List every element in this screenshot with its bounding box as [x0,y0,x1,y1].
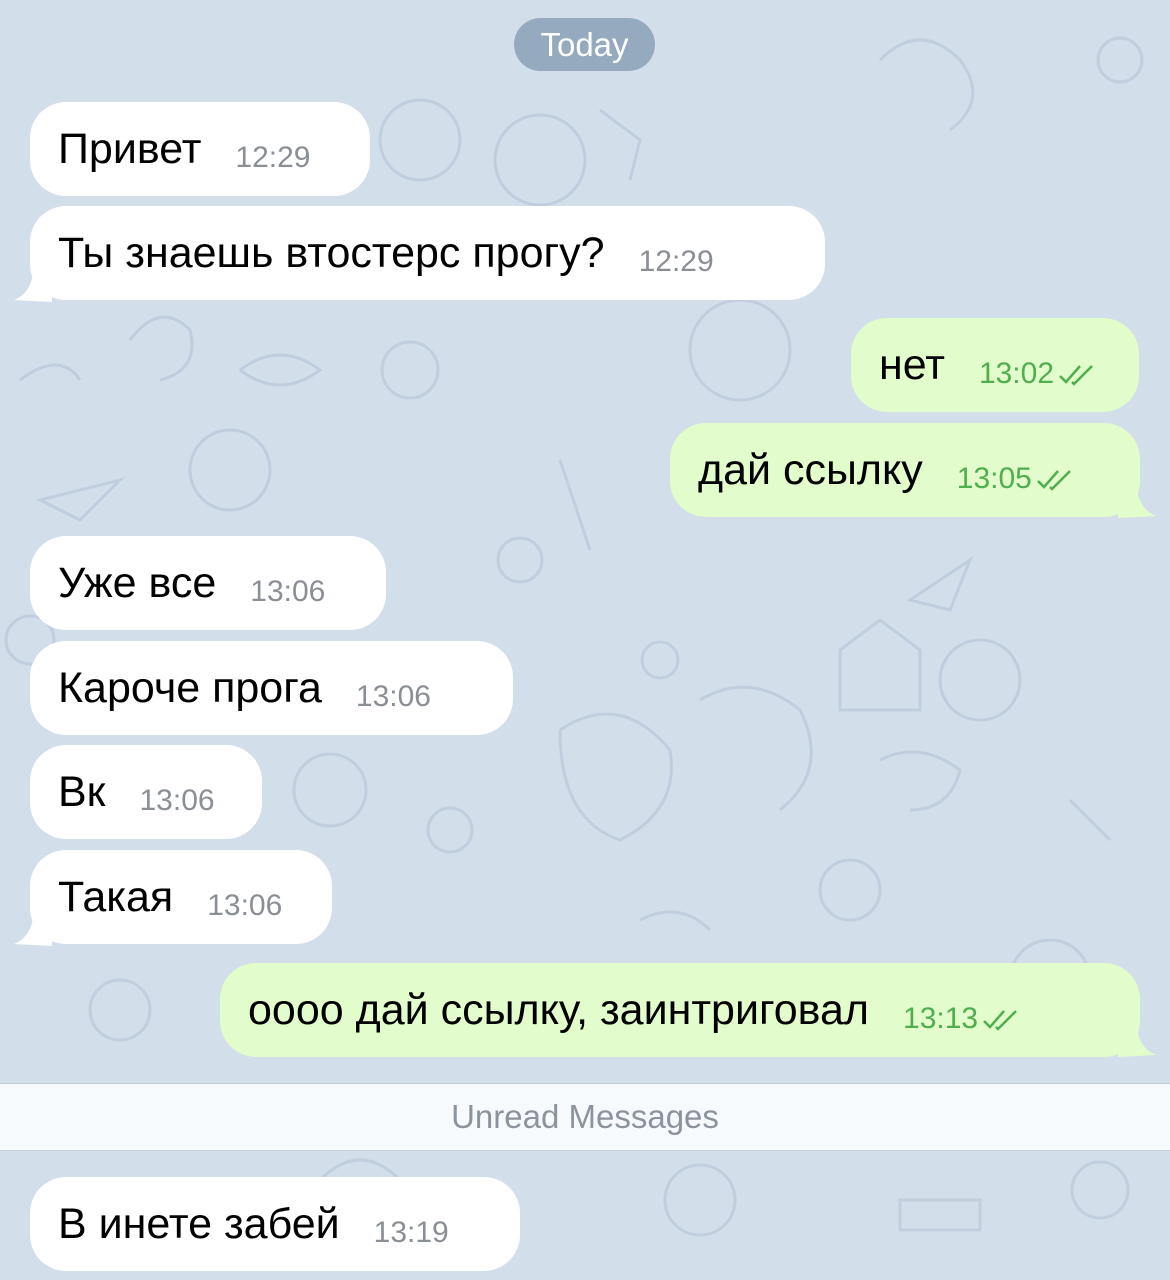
message-text: В инете забей [58,1199,340,1248]
read-checks-icon [983,1010,1017,1031]
message-bubble-incoming[interactable]: В инете забей 13:19 [30,1177,520,1271]
message-time: 13:19 [373,1216,449,1249]
message-bubble-incoming[interactable]: Ты знаешь втостерс прогу? 12:29 [30,206,825,300]
message-text: Такая [58,872,174,921]
message-bubble-incoming[interactable]: Привет 12:29 [30,102,370,196]
message-text: Привет [58,124,202,173]
message-text: оооо дай ссылку, заинтриговал [248,985,870,1034]
unread-messages-separator: Unread Messages [0,1083,1170,1151]
message-bubble-outgoing[interactable]: оооо дай ссылку, заинтриговал 13:13 [220,963,1140,1057]
read-checks-icon [1059,365,1093,386]
message-text: Уже все [58,558,217,607]
read-checks-icon [1036,470,1071,491]
message-text: дай ссылку [698,445,923,494]
message-time: 12:29 [638,245,714,278]
chat-history: Today Привет 12:29 Ты знаешь втостерс пр… [0,0,1170,1280]
message-time: 12:29 [235,141,311,174]
message-bubble-outgoing[interactable]: дай ссылку 13:05 [670,423,1140,517]
message-bubble-incoming[interactable]: Такая 13:06 [30,850,332,944]
message-text: Ты знаешь втостерс прогу? [58,228,605,277]
bubble-tail [14,262,52,302]
message-text: Вк [58,767,106,816]
message-time: 13:13 [903,1002,1024,1036]
message-bubble-incoming[interactable]: Кароче прога 13:06 [30,641,513,735]
message-time: 13:06 [250,575,326,608]
message-bubble-incoming[interactable]: Уже все 13:06 [30,536,386,630]
date-separator: Today [514,18,655,71]
message-bubble-incoming[interactable]: Вк 13:06 [30,745,262,839]
message-text: Кароче прога [58,663,322,712]
message-time: 13:06 [207,889,283,922]
bubble-tail [1118,478,1156,518]
message-time: 13:02 [979,357,1100,391]
message-bubble-outgoing[interactable]: нет 13:02 [851,318,1139,412]
message-text: нет [879,340,945,389]
message-time: 13:05 [957,462,1078,496]
message-time: 13:06 [139,784,215,817]
bubble-tail [14,906,52,946]
bubble-tail [1118,1017,1156,1057]
message-time: 13:06 [355,680,431,713]
